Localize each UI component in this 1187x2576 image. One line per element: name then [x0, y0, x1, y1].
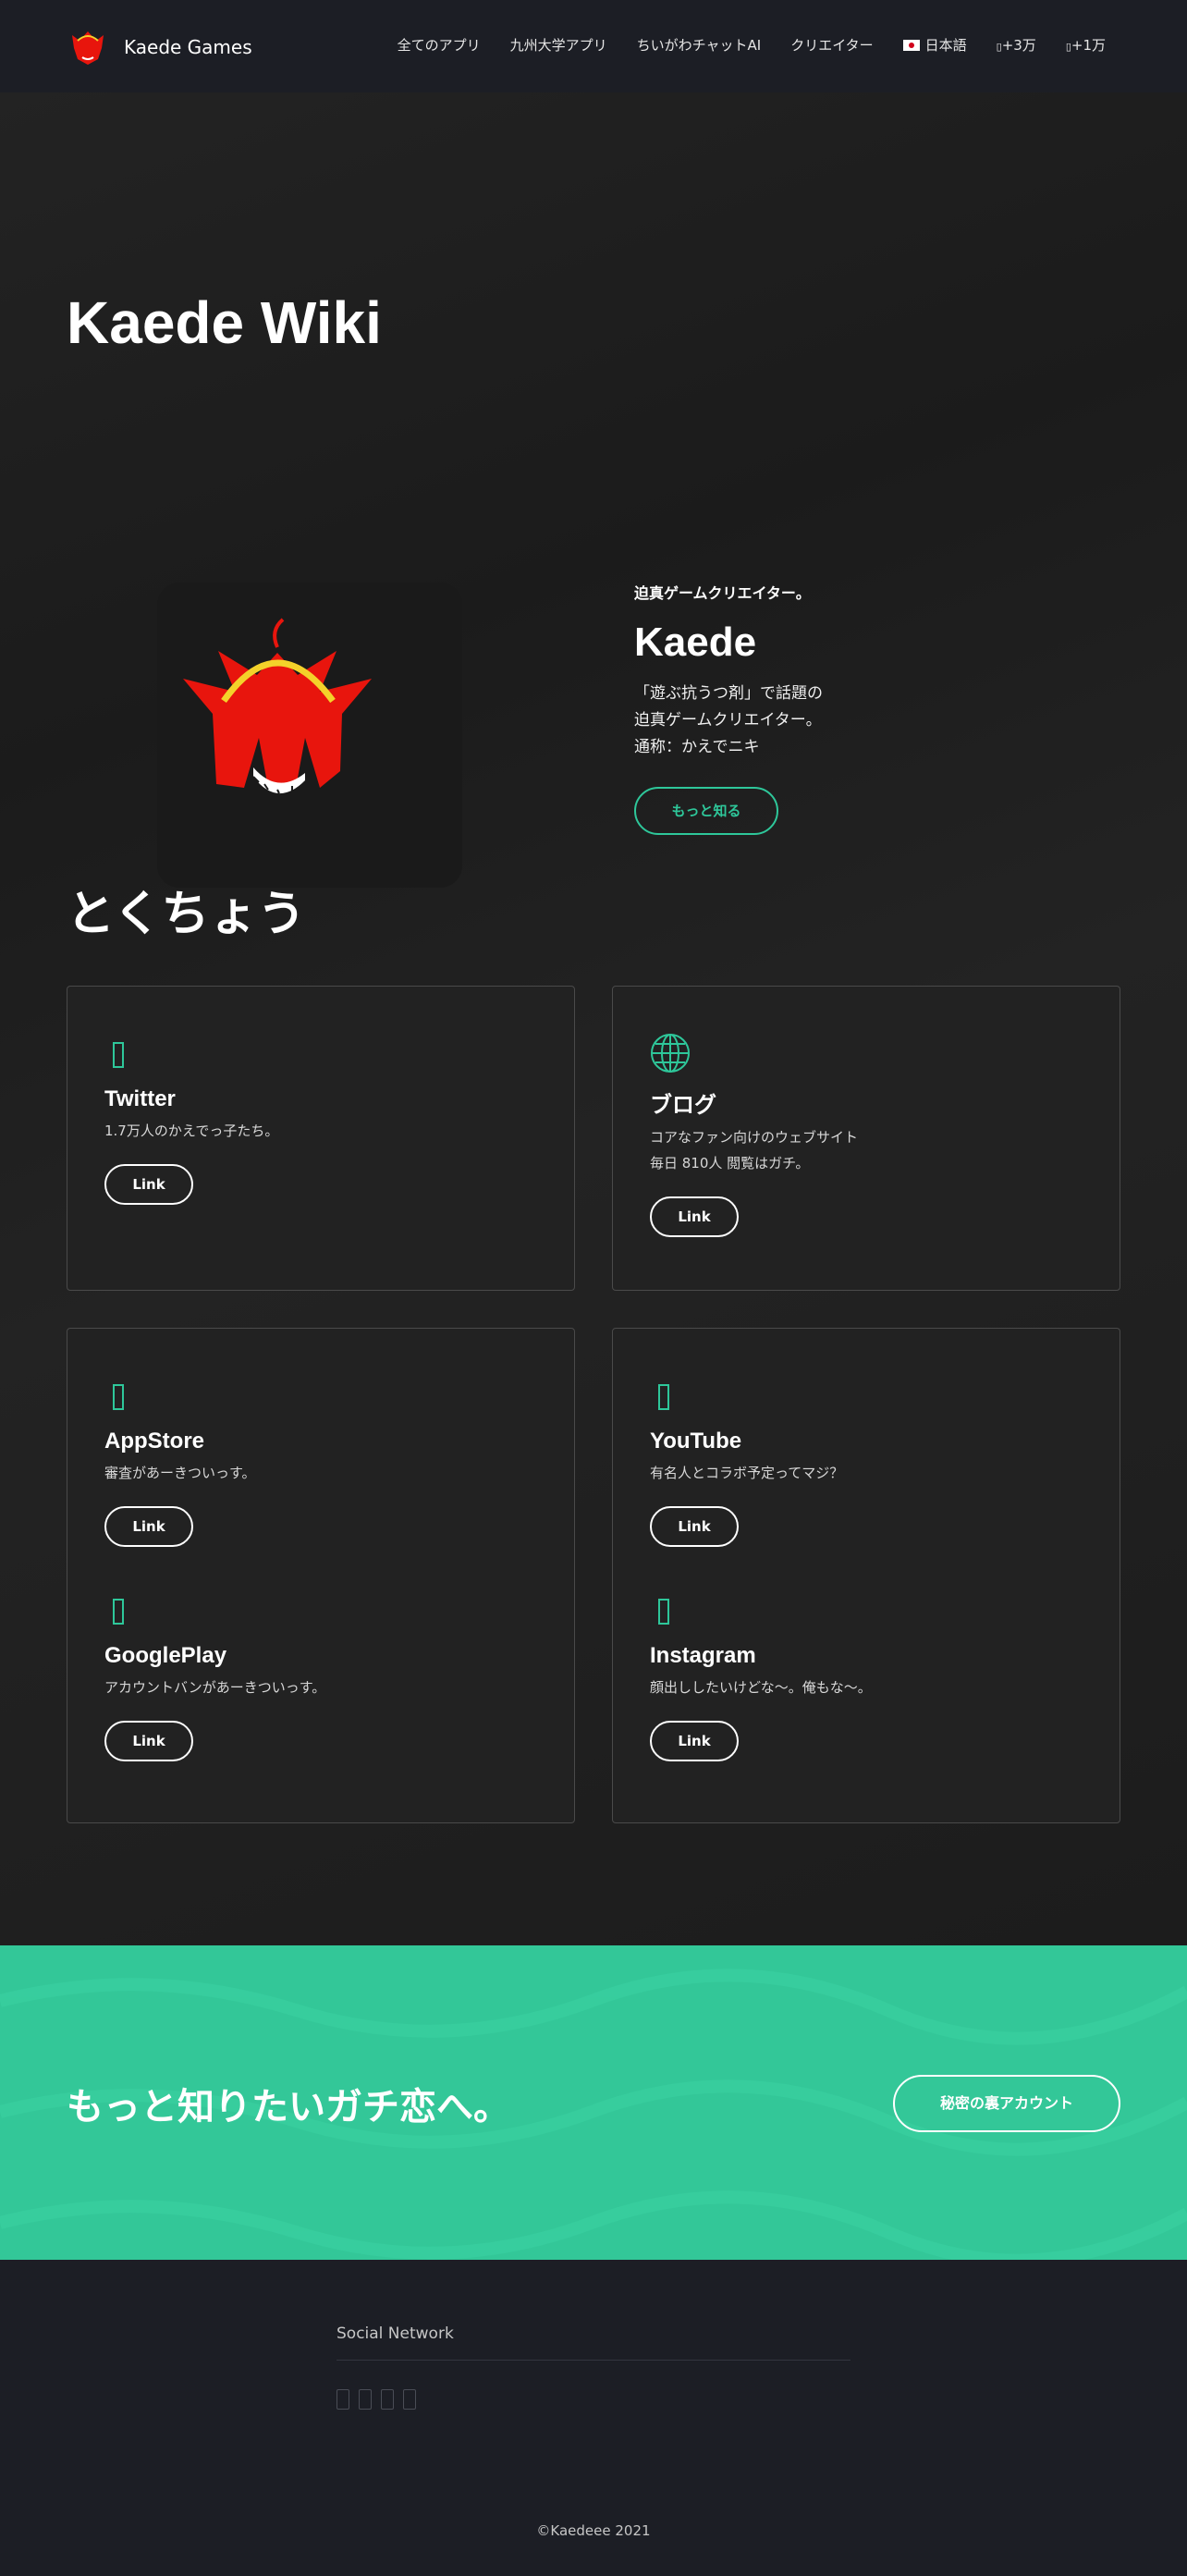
intro-desc-line: 「遊ぶ抗うつ剤」で話題の: [634, 684, 823, 703]
twitter-icon: [104, 1037, 132, 1073]
cta-banner: もっと知りたいガチ恋へ。 秘密の裏アカウント: [0, 1945, 1187, 2260]
youtube-icon[interactable]: [359, 2389, 372, 2410]
nav-item-kyushu-univ-apps[interactable]: 九州大学アプリ: [510, 35, 607, 55]
feature-item: YouTube 有名人とコラボ予定ってマジ？ Link: [650, 1379, 843, 1547]
nav-item-creator[interactable]: クリエイター: [790, 35, 873, 55]
nav-item-followers-1man[interactable]: ▯+1万: [1066, 35, 1106, 55]
footer-divider: [337, 2360, 850, 2361]
twitter-link-button[interactable]: Link: [104, 1164, 193, 1205]
language-label: 日本語: [924, 37, 967, 54]
intro-desc-line: 通称：かえでニキ: [634, 738, 760, 756]
appstore-icon: [104, 1379, 132, 1416]
feature-card-media: YouTube 有名人とコラボ予定ってマジ？ Link Instagram 顔出…: [612, 1328, 1120, 1823]
nav-item-followers-3man[interactable]: ▯+3万: [997, 35, 1036, 55]
feature-item: ブログ コアなファン向けのウェブサイト 毎日 810人 閲覧はガチ。 Link: [650, 1033, 858, 1237]
instagram-icon[interactable]: [381, 2389, 394, 2410]
hero-section: Kaede Wiki 迫真ゲームクリエイター。 Kaede 「遊ぶ抗うつ剤」で話…: [0, 92, 1187, 1945]
feature-desc: 審査があーきついっす。: [104, 1465, 256, 1481]
feature-desc: アカウントバンがあーきついっす。: [104, 1679, 326, 1696]
intro-block: 迫真ゲームクリエイター。 Kaede 「遊ぶ抗うつ剤」で話題の 迫真ゲームクリエ…: [634, 581, 893, 835]
feature-title: Instagram: [650, 1643, 756, 1668]
feature-title: AppStore: [104, 1429, 204, 1454]
feature-title: YouTube: [650, 1429, 742, 1454]
intro-desc-line: 迫真ゲームクリエイター。: [634, 711, 822, 730]
feature-item: AppStore 審査があーきついっす。 Link: [104, 1379, 256, 1547]
instagram-icon: [650, 1593, 678, 1630]
followers-3man-label: +3万: [1001, 37, 1036, 54]
footer: Social Network ©Kaedeee 2021: [0, 2260, 1187, 2576]
appstore-link-button[interactable]: Link: [104, 1506, 193, 1547]
brand-link[interactable]: Kaede Games: [67, 28, 252, 67]
feature-card-stores: AppStore 審査があーきついっす。 Link GooglePlay アカウ…: [67, 1328, 575, 1823]
feature-item: Instagram 顔出ししたいけどな〜。俺もな〜。 Link: [650, 1593, 872, 1761]
intro-description: 「遊ぶ抗うつ剤」で話題の 迫真ゲームクリエイター。 通称：かえでニキ: [634, 681, 893, 761]
globe-icon: [650, 1033, 691, 1073]
youtube-icon: [650, 1379, 678, 1416]
features-heading: とくちょう: [67, 887, 306, 942]
footer-heading: Social Network: [337, 2325, 454, 2343]
nav-item-chat-ai[interactable]: ちいがわチャットAI: [637, 35, 762, 55]
copyright: ©Kaedeee 2021: [536, 2522, 651, 2539]
feature-title: GooglePlay: [104, 1643, 227, 1668]
feature-desc: 顔出ししたいけどな〜。俺もな〜。: [650, 1679, 872, 1696]
feature-desc: コアなファン向けのウェブサイト 毎日 810人 閲覧はガチ。: [650, 1124, 858, 1176]
secret-account-button[interactable]: 秘密の裏アカウント: [893, 2075, 1120, 2132]
instagram-link-button[interactable]: Link: [650, 1721, 739, 1761]
twitter-icon[interactable]: [337, 2389, 349, 2410]
feature-card-twitter: Twitter 1.7万人のかえでっ子たち。 Link: [67, 986, 575, 1291]
youtube-link-button[interactable]: Link: [650, 1506, 739, 1547]
learn-more-button[interactable]: もっと知る: [634, 787, 778, 835]
japan-flag-icon: [902, 40, 920, 51]
feature-desc: 1.7万人のかえでっ子たち。: [104, 1122, 279, 1139]
page-title: Kaede Wiki: [67, 289, 382, 356]
feature-title: ブログ: [650, 1093, 716, 1118]
intro-name: Kaede: [634, 619, 757, 665]
feature-card-blog: ブログ コアなファン向けのウェブサイト 毎日 810人 閲覧はガチ。 Link: [612, 986, 1120, 1291]
kaede-mascot-image: [157, 583, 462, 888]
kaede-logo-icon: [72, 31, 104, 65]
github-icon[interactable]: [403, 2389, 416, 2410]
googleplay-link-button[interactable]: Link: [104, 1721, 193, 1761]
nav-item-all-apps[interactable]: 全てのアプリ: [398, 35, 481, 55]
nav-menu: 全てのアプリ 九州大学アプリ ちいがわチャットAI クリエイター 日本語 ▯+3…: [398, 35, 1106, 55]
intro-kicker: 迫真ゲームクリエイター。: [634, 584, 811, 602]
top-navbar: Kaede Games 全てのアプリ 九州大学アプリ ちいがわチャットAI クリ…: [0, 0, 1187, 92]
kaede-mascot-icon: [183, 618, 372, 794]
feature-desc: 有名人とコラボ予定ってマジ？: [650, 1465, 844, 1481]
followers-1man-label: +1万: [1071, 37, 1106, 54]
nav-item-language[interactable]: 日本語: [902, 35, 967, 55]
feature-item: Twitter 1.7万人のかえでっ子たち。 Link: [104, 1037, 278, 1205]
feature-item: GooglePlay アカウントバンがあーきついっす。 Link: [104, 1593, 325, 1761]
brand-name: Kaede Games: [124, 36, 252, 58]
feature-desc-line: コアなファン向けのウェブサイト: [650, 1129, 859, 1146]
feature-title: Twitter: [104, 1086, 176, 1111]
googleplay-icon: [104, 1593, 132, 1630]
feature-desc-line: 毎日 810人 閲覧はガチ。: [650, 1155, 810, 1171]
social-icons: [337, 2389, 416, 2410]
blog-link-button[interactable]: Link: [650, 1196, 739, 1237]
cta-text: もっと知りたいガチ恋へ。: [67, 2086, 510, 2128]
